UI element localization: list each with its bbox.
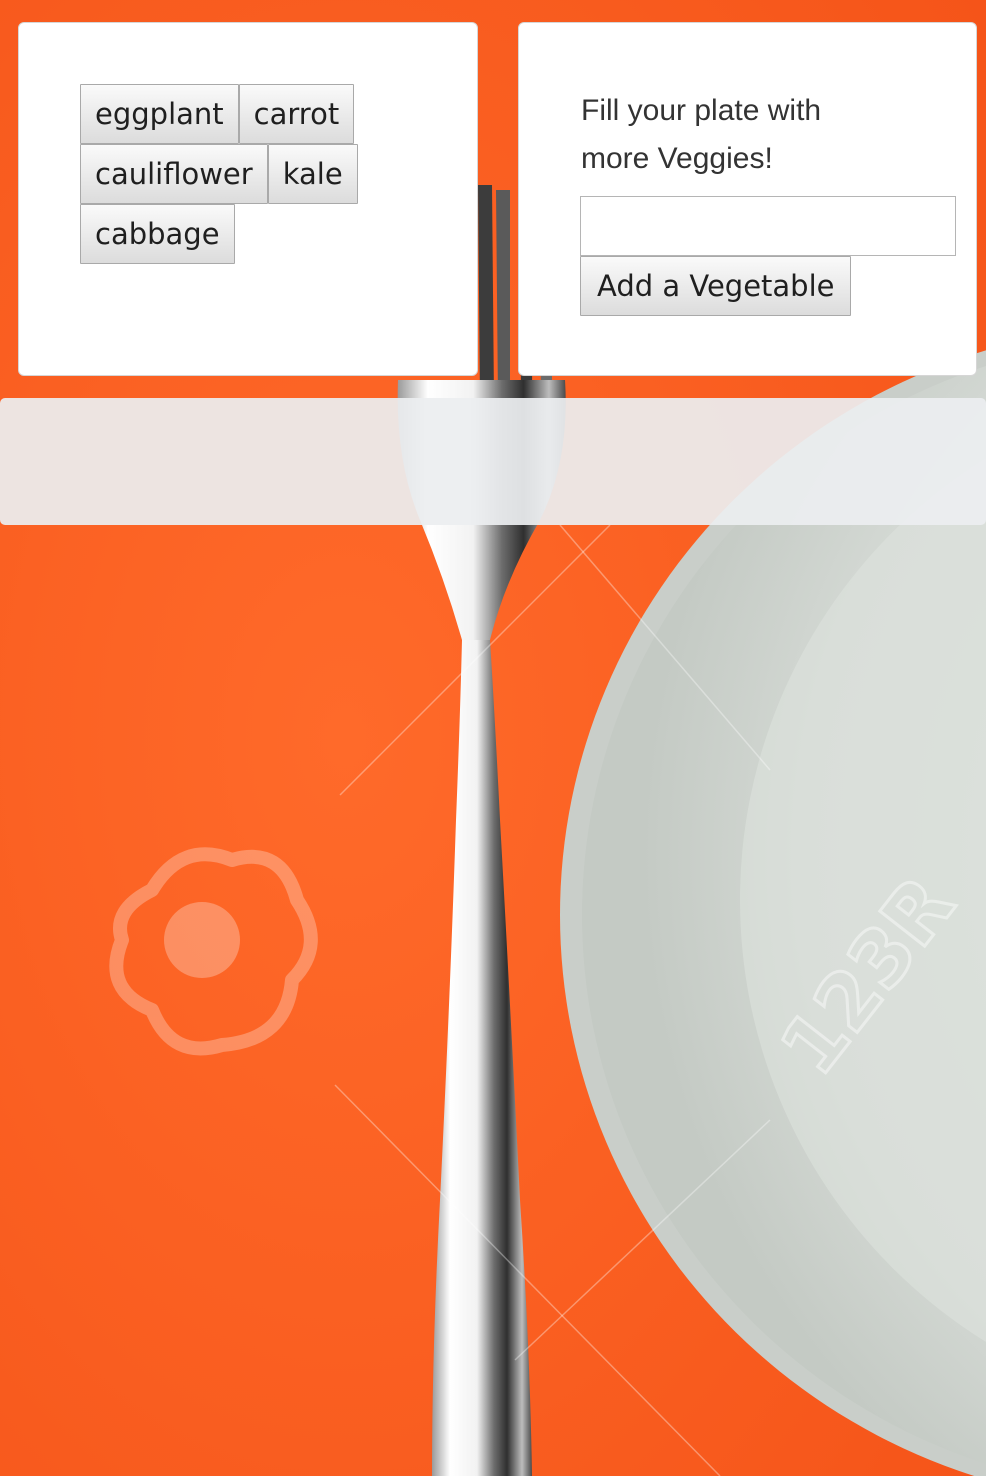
- add-vegetable-card: Fill your plate with more Veggies! Add a…: [518, 22, 977, 376]
- vegetable-input[interactable]: [580, 196, 956, 256]
- vegetable-button-cauliflower[interactable]: cauliflower: [80, 144, 268, 204]
- vegetable-list-card: eggplant carrot cauliflower kale cabbage: [18, 22, 478, 376]
- vegetable-list: eggplant carrot cauliflower kale cabbage: [80, 84, 380, 264]
- add-vegetable-button[interactable]: Add a Vegetable: [580, 256, 852, 316]
- vegetable-button-kale[interactable]: kale: [267, 144, 358, 204]
- vegetable-button-eggplant[interactable]: eggplant: [80, 84, 239, 144]
- plate-result-bar: [0, 398, 986, 525]
- add-vegetable-prompt: Fill your plate with more Veggies!: [581, 94, 822, 175]
- vegetable-button-cabbage[interactable]: cabbage: [80, 204, 235, 264]
- vegetable-button-carrot[interactable]: carrot: [238, 84, 355, 144]
